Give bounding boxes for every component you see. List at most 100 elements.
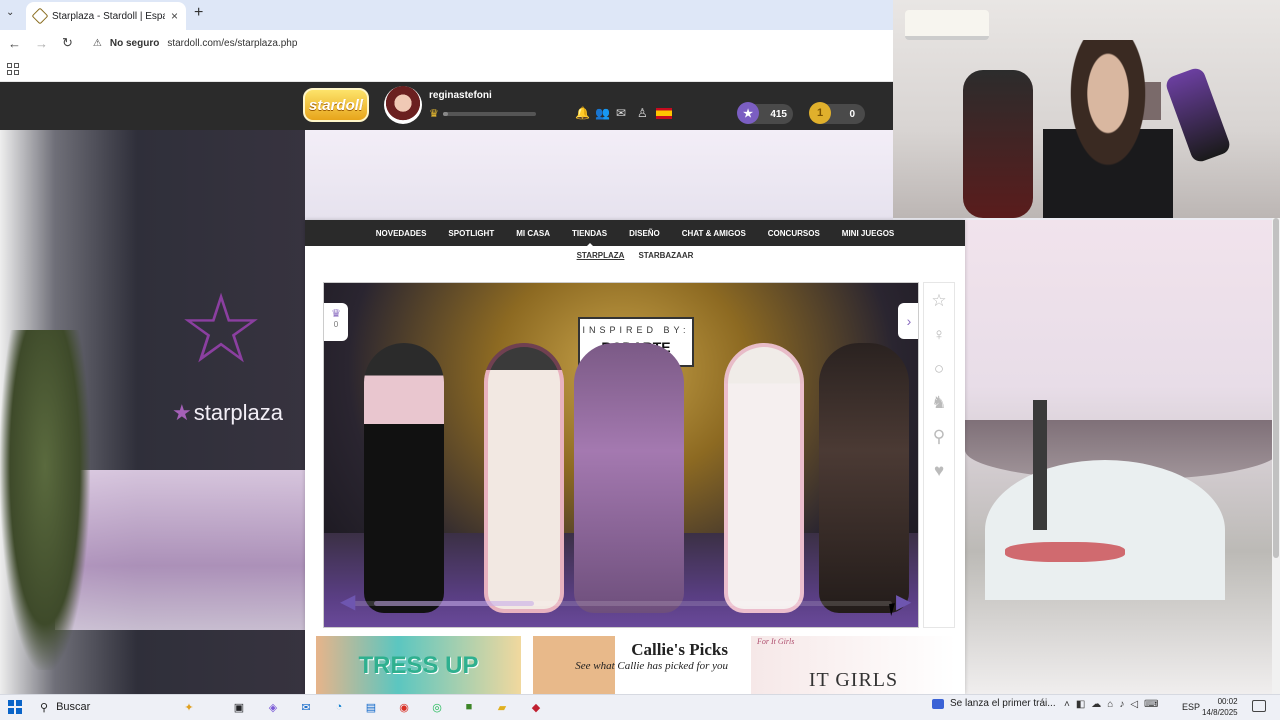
- doll-floral-coat[interactable]: [484, 343, 564, 613]
- mouse-cursor-icon: [889, 602, 903, 616]
- username[interactable]: reginastefoni: [429, 90, 492, 101]
- tab-search-icon[interactable]: ⌄: [6, 7, 14, 18]
- page-scrollbar[interactable]: [1272, 218, 1280, 694]
- promo-title: Callie's Picks: [631, 640, 728, 659]
- stardoll-logo[interactable]: stardoll: [303, 88, 369, 122]
- copilot-sparkle-icon[interactable]: ✦: [180, 698, 198, 716]
- nav-item-3[interactable]: TIENDAS: [561, 229, 618, 247]
- forward-icon[interactable]: →: [35, 36, 48, 51]
- doll-white-floral-gown[interactable]: [724, 343, 804, 613]
- subnav-item-0[interactable]: STARPLAZA: [577, 251, 625, 265]
- street-scene: [965, 220, 1280, 694]
- notifications-icon[interactable]: [1252, 700, 1266, 712]
- scrollbar-thumb[interactable]: [1273, 218, 1279, 558]
- nav-item-0[interactable]: NOVEDADES: [365, 229, 438, 238]
- bookmarks-bar: [0, 56, 893, 82]
- showcase-banner[interactable]: INSPIRED BY: RODARTE ♛ 0 › ◀ ▶: [323, 282, 919, 628]
- news-widget[interactable]: Se lanza el primer trái...: [932, 698, 1056, 709]
- back-icon[interactable]: ←: [8, 36, 21, 51]
- coins-counter[interactable]: 1 0: [809, 102, 865, 124]
- subnav-item-1[interactable]: STARBAZAAR: [638, 251, 693, 265]
- nav-item-4[interactable]: DISEÑO: [618, 229, 671, 238]
- sub-nav: STARPLAZA STARBAZAAR: [305, 251, 965, 265]
- spotify-icon[interactable]: ◎: [428, 698, 446, 716]
- address-bar: ← → ↻ ⚠ No seguro stardoll.com/es/starpl…: [0, 30, 893, 56]
- keyboard-icon[interactable]: ⌨: [1144, 699, 1158, 710]
- heart-icon[interactable]: ♥: [934, 461, 944, 481]
- reload-icon[interactable]: ↻: [62, 35, 73, 51]
- news-text: Se lanza el primer trái...: [950, 698, 1056, 709]
- star-outline-icon[interactable]: ☆: [931, 291, 946, 311]
- main-panel: NOVEDADES SPOTLIGHT MI CASA TIENDAS DISEÑO CH…: [305, 220, 965, 694]
- fashion-icon[interactable]: ♙: [637, 106, 648, 120]
- gaming-chair: [963, 70, 1033, 218]
- tab-starplaza[interactable]: Starplaza - Stardoll | Español ×: [26, 2, 186, 30]
- search-icon[interactable]: ⚲: [933, 427, 945, 447]
- flower-bed: [1005, 542, 1125, 562]
- volume-icon[interactable]: ◁: [1130, 699, 1138, 710]
- task-view-icon[interactable]: ▣: [230, 698, 248, 716]
- notifications-icon[interactable]: 🔔: [575, 106, 590, 120]
- shop-sidebar: ☆ ♀ ○ ♞ ⚲ ♥: [923, 282, 955, 628]
- carousel-left-icon[interactable]: ◀: [340, 589, 355, 614]
- meet-icon[interactable]: ◧: [1076, 699, 1085, 710]
- level-progress-bar: [443, 112, 536, 116]
- arch: [985, 460, 1225, 600]
- url-field[interactable]: ⚠ No seguro stardoll.com/es/starplaza.ph…: [93, 38, 298, 49]
- warning-icon[interactable]: ⚠: [93, 38, 102, 49]
- clock[interactable]: 00:02 14/8/2025: [1202, 696, 1238, 718]
- onedrive-icon[interactable]: ☁: [1091, 699, 1101, 710]
- url-text[interactable]: stardoll.com/es/starplaza.php: [167, 38, 297, 49]
- nav-item-2[interactable]: MI CASA: [505, 229, 561, 238]
- stardollars-counter[interactable]: ★ 415: [737, 102, 793, 124]
- outlook-icon[interactable]: ✉: [297, 698, 315, 716]
- tab-close-icon[interactable]: ×: [171, 9, 178, 23]
- network-icon[interactable]: ⌂: [1107, 699, 1113, 710]
- promo-it-girls[interactable]: For It Girls IT GIRLS: [751, 636, 956, 694]
- mic-icon[interactable]: ♪: [1119, 699, 1124, 710]
- nav-item-7[interactable]: MINI JUEGOS: [831, 229, 905, 238]
- store-icon[interactable]: ▤: [362, 698, 380, 716]
- spain-flag-icon[interactable]: [656, 108, 672, 119]
- shoe-icon[interactable]: ♞: [931, 393, 946, 413]
- promo-title: IT GIRLS: [808, 669, 899, 691]
- file-explorer-icon[interactable]: ▰: [493, 698, 511, 716]
- stardoll-favicon-icon: [31, 7, 49, 25]
- promo-callies-picks[interactable]: Callie's Picks See what Callie has picke…: [533, 636, 738, 694]
- security-label[interactable]: No seguro: [110, 38, 159, 49]
- promo-tress-up[interactable]: TRESS UP: [316, 636, 521, 694]
- avatar[interactable]: [384, 86, 422, 124]
- crown-counter[interactable]: ♛ 0: [324, 303, 348, 341]
- doll-purple-veil[interactable]: [574, 343, 684, 613]
- copilot-icon[interactable]: ◈: [264, 698, 282, 716]
- next-arrow-icon[interactable]: ›: [898, 303, 918, 339]
- ring-icon[interactable]: ○: [934, 359, 944, 379]
- messages-icon[interactable]: ✉: [616, 106, 626, 120]
- edge-icon[interactable]: ◔: [330, 698, 348, 716]
- friends-icon[interactable]: 👥: [595, 106, 610, 120]
- minecraft-icon[interactable]: ■: [460, 698, 478, 716]
- street-lamp: [1033, 400, 1047, 530]
- streamer: [1043, 40, 1173, 218]
- promo-kicker: For It Girls: [757, 637, 795, 646]
- windows-start-icon[interactable]: [8, 700, 22, 714]
- chrome-icon[interactable]: ◉: [395, 698, 413, 716]
- chevron-up-icon[interactable]: ˄: [1064, 699, 1070, 710]
- doll-black-gown[interactable]: [364, 343, 444, 613]
- news-icon: [932, 698, 944, 709]
- starplaza-sign: ★ starplaza: [172, 400, 283, 426]
- roblox-icon[interactable]: ◆: [527, 698, 545, 716]
- dress-icon[interactable]: ♀: [933, 325, 946, 345]
- clock-date: 14/8/2025: [1202, 708, 1238, 717]
- stardollar-icon: ★: [737, 102, 759, 124]
- apps-grid-icon[interactable]: [7, 63, 19, 75]
- crown-icon: ♛: [429, 108, 439, 120]
- crown-icon: ♛: [331, 308, 341, 320]
- new-tab-button[interactable]: +: [194, 4, 203, 22]
- carousel-thumb[interactable]: [374, 601, 534, 606]
- nav-item-1[interactable]: SPOTLIGHT: [437, 229, 505, 238]
- nav-item-5[interactable]: CHAT & AMIGOS: [671, 229, 757, 238]
- nav-item-6[interactable]: CONCURSOS: [757, 229, 831, 238]
- doll-brown-gown[interactable]: [819, 343, 909, 613]
- language-indicator[interactable]: ESP: [1182, 702, 1200, 712]
